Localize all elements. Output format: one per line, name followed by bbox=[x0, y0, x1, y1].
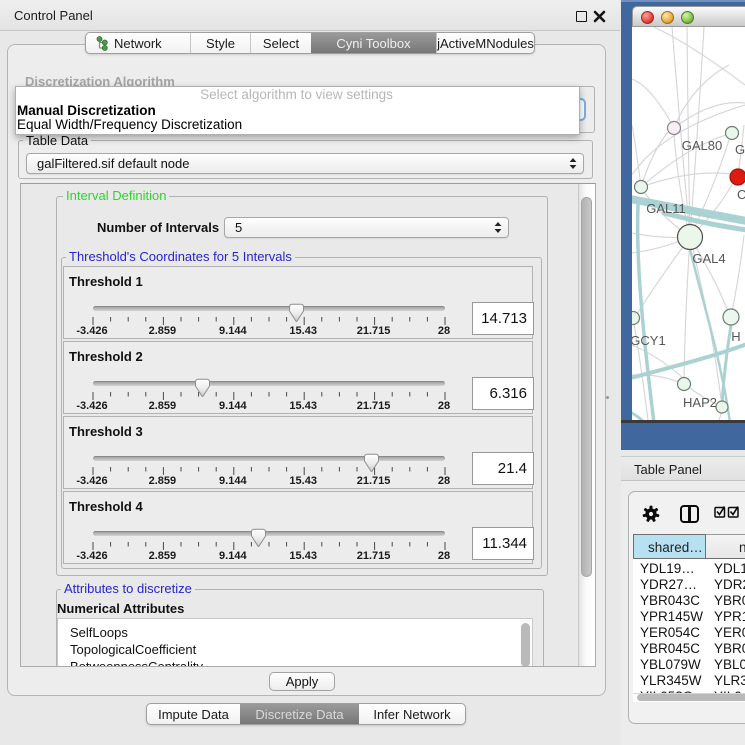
svg-text:H: H bbox=[731, 329, 740, 344]
svg-text:G.: G. bbox=[735, 142, 745, 157]
svg-text:GAL11: GAL11 bbox=[646, 201, 686, 216]
svg-text:HAP2: HAP2 bbox=[683, 395, 717, 410]
svg-text:GAL80: GAL80 bbox=[682, 138, 722, 153]
svg-text:C: C bbox=[737, 187, 745, 202]
svg-text:GAL4: GAL4 bbox=[692, 251, 725, 266]
svg-text:GCY1: GCY1 bbox=[632, 333, 666, 348]
